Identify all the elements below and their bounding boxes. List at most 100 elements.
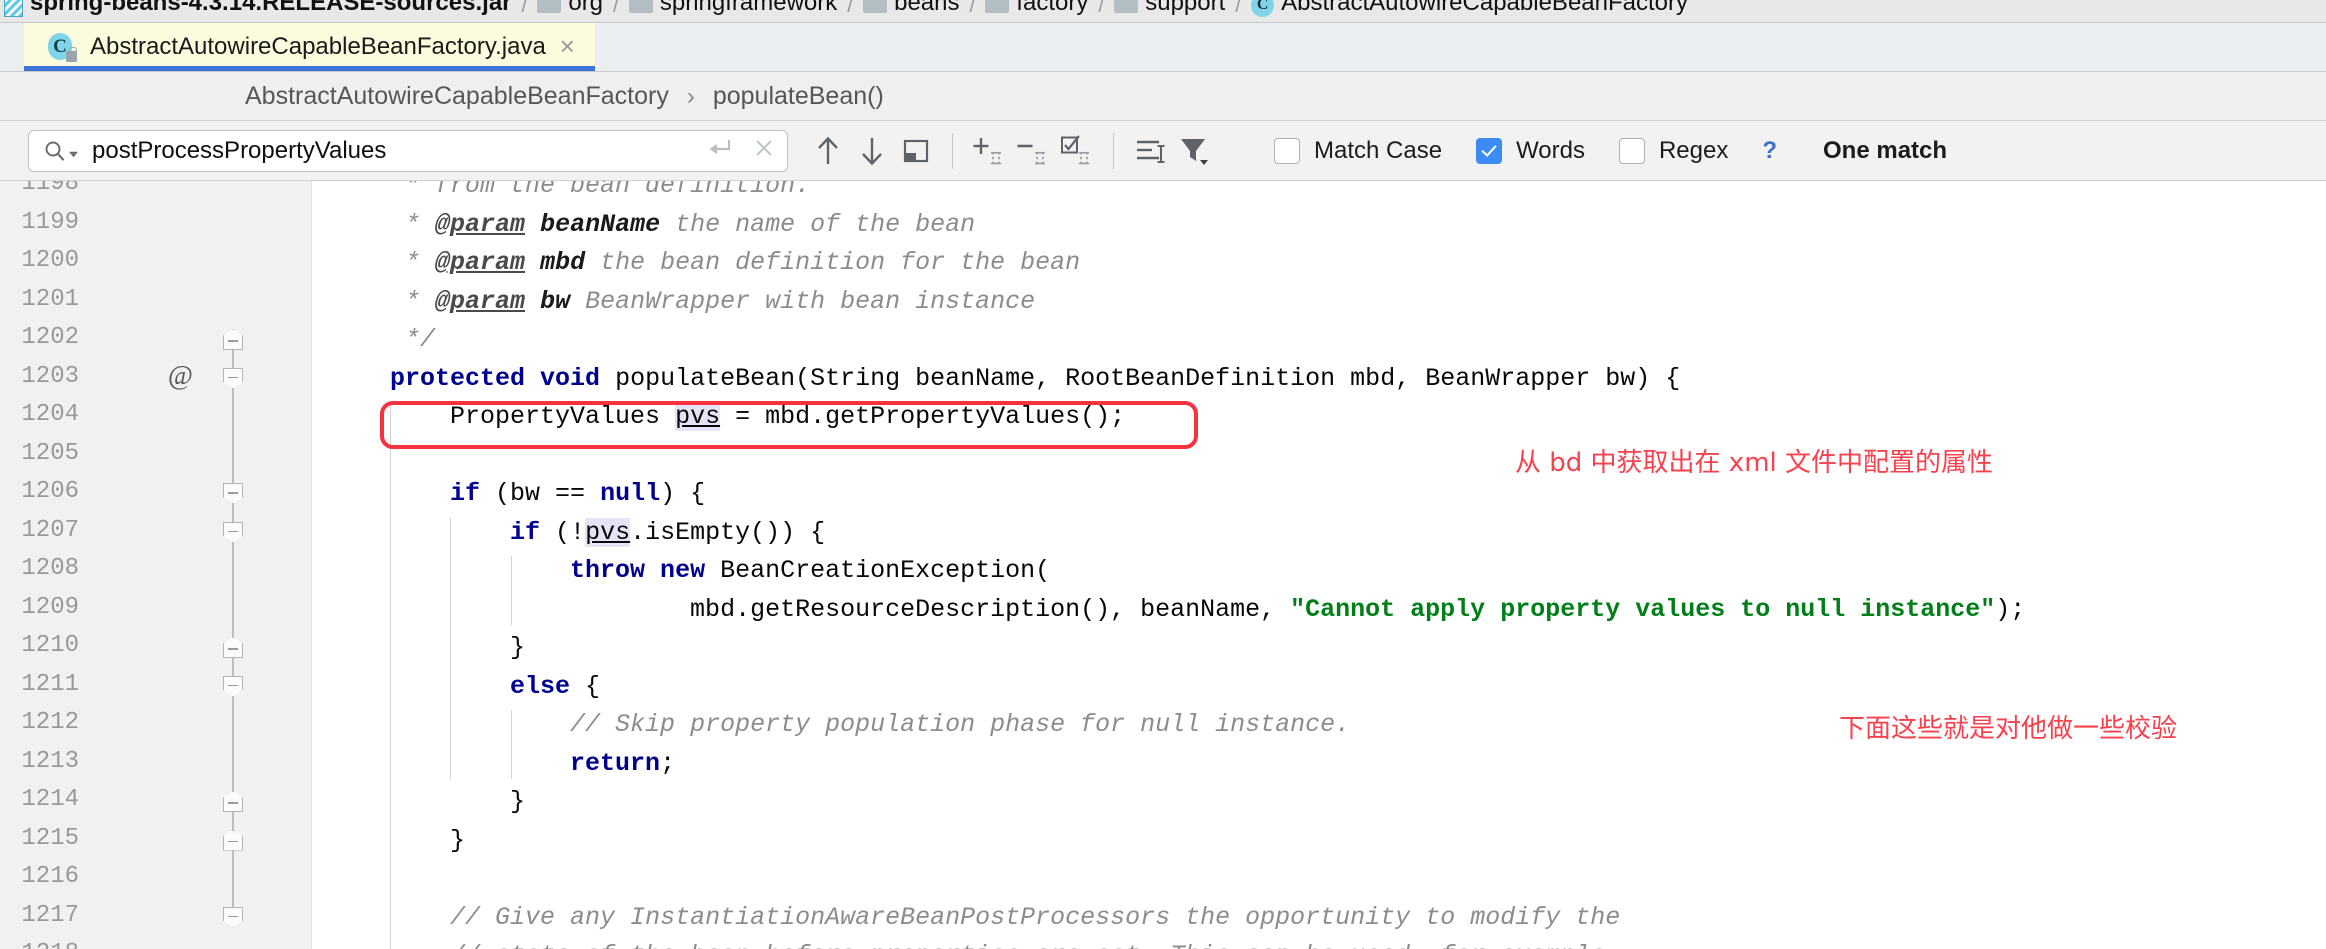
code-line-1216[interactable] — [312, 860, 2326, 899]
fold-marker-1214[interactable] — [223, 791, 243, 812]
code-line-1208[interactable]: throw new BeanCreationException( — [312, 552, 2326, 591]
gutter-line-1201[interactable]: 1201 — [0, 283, 311, 322]
remove-selection-icon[interactable] — [1011, 129, 1055, 173]
gutter-line-1216[interactable]: 1216 — [0, 860, 311, 899]
code-line-1218[interactable]: // state of the bean before properties a… — [312, 937, 2326, 949]
fold-marker-1210[interactable] — [223, 637, 243, 658]
nav-breadcrumb-item-5[interactable]: support — [1114, 0, 1225, 22]
indent-guide — [450, 517, 452, 779]
select-all-check-icon[interactable] — [1055, 129, 1099, 173]
checkbox-label: Match Case — [1314, 136, 1443, 164]
gutter-line-1198[interactable]: 1198 — [0, 181, 311, 206]
code-line-1201[interactable]: * @param bw BeanWrapper with bean instan… — [312, 283, 2326, 322]
code-line-1199[interactable]: * @param beanName the name of the bean — [312, 206, 2326, 245]
gutter-line-1218[interactable]: 1218 — [0, 937, 311, 949]
in-selection-icon[interactable] — [1128, 129, 1172, 173]
breadcrumb-class[interactable]: AbstractAutowireCapableBeanFactory — [245, 82, 669, 111]
gutter-line-1206[interactable]: 1206 — [0, 475, 311, 514]
nav-breadcrumb-item-6[interactable]: C AbstractAutowireCapableBeanFactory — [1251, 0, 1688, 22]
gutter-line-1204[interactable]: 1204 — [0, 398, 311, 437]
gutter-line-1207[interactable]: 1207 — [0, 514, 311, 553]
fold-marker-1202[interactable] — [223, 329, 243, 350]
line-number: 1198 — [21, 181, 79, 197]
breadcrumb-separator-icon: › — [686, 83, 695, 110]
breadcrumb-separator-icon: / — [1098, 0, 1105, 17]
add-selection-icon[interactable] — [967, 129, 1011, 173]
annotation-note-1: 从 bd 中获取出在 xml 文件中配置的属性 — [1515, 447, 1994, 478]
checkbox-checked-icon[interactable] — [1476, 137, 1503, 164]
code-line-1202[interactable]: */ — [312, 321, 2326, 360]
breadcrumb-separator-icon: / — [969, 0, 976, 17]
nav-breadcrumb-item-2[interactable]: springframework — [628, 0, 837, 22]
editor-gutter[interactable]: 1198 1199 1200 1201 1202 1203 @1204 1205 1206 120… — [0, 181, 312, 949]
nav-breadcrumb-item-3[interactable]: beans — [863, 0, 960, 22]
code-line-1209[interactable]: mbd.getResourceDescription(), beanName, … — [312, 591, 2326, 630]
line-number: 1206 — [21, 478, 79, 505]
code-line-1207[interactable]: if (!pvs.isEmpty()) { — [312, 514, 2326, 553]
gutter-line-1215[interactable]: 1215 — [0, 822, 311, 861]
gutter-line-1209[interactable]: 1209 — [0, 591, 311, 630]
gutter-line-1202[interactable]: 1202 — [0, 321, 311, 360]
search-query-text[interactable]: postProcessPropertyValues — [92, 137, 707, 165]
fold-marker-1211[interactable] — [223, 675, 243, 697]
select-all-occurrences-button[interactable] — [894, 129, 938, 173]
code-content-area[interactable]: * from the bean definition. * @param bea… — [312, 181, 2326, 949]
code-line-1217[interactable]: // Give any InstantiationAwareBeanPostPr… — [312, 899, 2326, 938]
fold-marker-1206[interactable] — [223, 483, 243, 504]
code-line-1213[interactable]: return; — [312, 745, 2326, 784]
find-help-icon[interactable]: ? — [1762, 137, 1777, 165]
nav-breadcrumb-item-0[interactable]: spring-beans-4.3.14.RELEASE-sources.jar — [4, 0, 512, 22]
line-number: 1218 — [0, 940, 79, 949]
search-input[interactable]: postProcessPropertyValues — [28, 129, 788, 172]
find-previous-button[interactable] — [806, 129, 850, 173]
gutter-line-1200[interactable]: 1200 — [0, 244, 311, 283]
fold-marker-1215[interactable] — [223, 829, 243, 851]
gutter-line-1217[interactable]: 1217 — [0, 899, 311, 938]
nav-breadcrumb-item-4[interactable]: factory — [985, 0, 1088, 22]
checkbox-icon[interactable] — [1618, 137, 1645, 164]
override-annotation-icon[interactable]: @ — [168, 360, 193, 391]
code-line-1210[interactable]: } — [312, 629, 2326, 668]
breadcrumb-method[interactable]: populateBean() — [713, 82, 884, 111]
fold-marker-1203[interactable] — [223, 367, 243, 389]
checkbox-icon[interactable] — [1274, 137, 1300, 164]
gutter-line-1211[interactable]: 1211 — [0, 668, 311, 707]
code-line-1198[interactable]: * from the bean definition. — [312, 181, 2326, 206]
checkbox-label: Words — [1516, 136, 1585, 164]
line-number: 1205 — [21, 439, 79, 467]
editor-tab-abstractautowirecapablebeanfactory[interactable]: C AbstractAutowireCapableBeanFactory.jav… — [24, 23, 595, 71]
code-line-1215[interactable]: } — [312, 822, 2326, 861]
code-line-1214[interactable]: } — [312, 783, 2326, 822]
gutter-line-1205[interactable]: 1205 — [0, 437, 311, 476]
code-line-1206[interactable]: if (bw == null) { — [312, 475, 2326, 514]
editor-tab-bar: C AbstractAutowireCapableBeanFactory.jav… — [0, 23, 2326, 72]
gutter-line-1199[interactable]: 1199 — [0, 206, 311, 245]
code-editor[interactable]: 1198 1199 1200 1201 1202 1203 @1204 1205 1206 120… — [0, 181, 2326, 949]
gutter-line-1213[interactable]: 1213 — [0, 745, 311, 784]
filter-icon[interactable] — [1172, 129, 1216, 173]
code-line-1211[interactable]: else { — [312, 668, 2326, 707]
regex-checkbox[interactable]: Regex — [1618, 137, 1728, 165]
match-case-checkbox[interactable]: Match Case — [1274, 137, 1442, 165]
gutter-line-1203[interactable]: 1203 @ — [0, 360, 311, 399]
gutter-line-1208[interactable]: 1208 — [0, 552, 311, 591]
gutter-line-1212[interactable]: 1212 — [0, 706, 311, 745]
code-line-1203[interactable]: protected void populateBean(String beanN… — [312, 360, 2326, 399]
fold-marker-1207[interactable] — [223, 521, 243, 543]
line-number: 1204 — [21, 401, 79, 428]
nav-breadcrumb-item-1[interactable]: org — [537, 0, 603, 22]
gutter-line-1214[interactable]: 1214 — [0, 783, 311, 822]
clear-search-icon[interactable] — [753, 137, 775, 164]
code-line-1205[interactable] — [312, 437, 2326, 476]
gutter-line-1210[interactable]: 1210 — [0, 629, 311, 668]
line-number: 1202 — [21, 324, 79, 351]
search-icon[interactable] — [43, 139, 78, 163]
return-arrow-icon[interactable] — [707, 137, 733, 164]
words-checkbox[interactable]: Words — [1476, 137, 1585, 165]
code-line-1204[interactable]: PropertyValues pvs = mbd.getPropertyValu… — [312, 398, 2326, 437]
code-folding-column[interactable] — [218, 181, 248, 949]
fold-marker-1217[interactable] — [223, 906, 243, 928]
close-icon[interactable]: × — [560, 33, 575, 59]
code-line-1200[interactable]: * @param mbd the bean definition for the… — [312, 244, 2326, 283]
find-next-button[interactable] — [850, 129, 894, 173]
